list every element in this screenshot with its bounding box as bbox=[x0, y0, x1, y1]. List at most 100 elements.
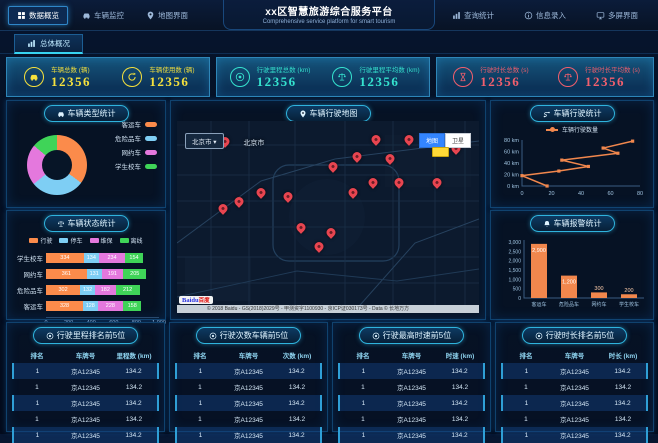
svg-text:1,200: 1,200 bbox=[562, 280, 576, 286]
svg-text:3,000: 3,000 bbox=[508, 240, 521, 246]
table-row: 1 京A12345 134.2 bbox=[174, 395, 323, 411]
ranking-table-title: 行驶里程排名前5位 bbox=[32, 327, 139, 344]
stat-label: 车辆总数 (辆) bbox=[51, 67, 90, 74]
stat-item: 车辆总数 (辆) 12356 bbox=[7, 58, 108, 96]
bar-segment: 128 bbox=[83, 301, 98, 311]
nav-item-right-0[interactable]: 查询统计 bbox=[444, 7, 502, 24]
stat-panel-0: 车辆总数 (辆) 12356 车辆使用数 (辆) 12356 bbox=[6, 57, 210, 97]
legend-item[interactable]: 维保 bbox=[89, 236, 113, 245]
table-header-row: 排名 车牌号 次数 (km) bbox=[193, 353, 312, 360]
legend-item[interactable]: 客运车 bbox=[115, 119, 157, 129]
traffic-toggle[interactable] bbox=[432, 147, 449, 157]
legend-item[interactable]: 停车 bbox=[59, 236, 83, 245]
map-canvas[interactable]: 北京市 ▾ 北京市 地图 卫星 Baidu百度 © 2018 Baidu - G… bbox=[177, 121, 479, 313]
ranking-table: 排名 车牌号 次数 (km) 1 京A12345 134.2 1 京A12345 134.2 1… bbox=[174, 347, 323, 443]
status-bar-row: 客运车 328 128 228 158 bbox=[7, 298, 165, 314]
legend-chip bbox=[145, 121, 157, 127]
bars-icon bbox=[27, 39, 36, 48]
ranking-table: 排名 车牌号 里程数 (km) 1 京A12345 134.2 1 京A12345 134.2… bbox=[11, 347, 160, 443]
panel-driving-map: 车辆行驶地图 北京市 ▾ 北京市 地图 卫星 Baidu百度 © 2018 Ba… bbox=[170, 100, 486, 320]
table-header-row: 排名 车牌号 里程数 (km) bbox=[30, 353, 152, 360]
map-city-selector[interactable]: 北京市 ▾ bbox=[185, 133, 224, 149]
bar-segment: 302 bbox=[46, 285, 81, 295]
target-icon bbox=[46, 332, 54, 340]
svg-text:300: 300 bbox=[594, 286, 603, 292]
ranking-table-title: 行驶时长排名前5位 bbox=[521, 327, 628, 344]
legend-item[interactable]: 危险品车 bbox=[115, 133, 157, 143]
nav-item-left-0[interactable]: 数据概览 bbox=[8, 5, 68, 25]
stat-value: 12356 bbox=[359, 74, 400, 89]
panel-driving-trend: 车辆行驶统计 车辆行驶数量 0 km 20 km 40 km 60 km 80 km 0 2… bbox=[490, 100, 654, 208]
hourglass-icon bbox=[458, 72, 468, 82]
svg-text:2,500: 2,500 bbox=[508, 249, 521, 255]
status-bar-row: 危险品车 302 132 182 212 bbox=[7, 282, 165, 298]
svg-text:60 km: 60 km bbox=[504, 150, 519, 156]
nav-item-right-1[interactable]: 信息录入 bbox=[516, 7, 574, 24]
svg-text:500: 500 bbox=[513, 287, 522, 293]
bars-icon bbox=[452, 11, 461, 20]
table-row: 1 京A12345 134.2 bbox=[337, 363, 486, 379]
table-row: 1 京A12345 134.2 bbox=[524, 383, 632, 393]
tab-overview[interactable]: 总体概况 bbox=[14, 34, 83, 54]
legend-chip bbox=[145, 149, 157, 155]
hourglass-icon bbox=[453, 67, 474, 87]
tab-overview-label: 总体概况 bbox=[40, 39, 70, 48]
ranking-table-title: 行驶最高时速前5位 bbox=[358, 327, 465, 344]
scale-icon bbox=[558, 67, 579, 87]
bar-segment: 334 bbox=[46, 253, 84, 263]
page-subtitle: Comprehensive service platform for smart… bbox=[262, 19, 396, 25]
panel-vehicle-status: 车辆状态统计 行驶 停车 维保 离线 学生校车 334 134 234 154 网约车 361 13… bbox=[6, 210, 166, 326]
stat-panel-1: 行驶里程总数 (km) 12356 行驶里程平均数 (km) 12356 bbox=[216, 57, 430, 97]
stat-item: 行驶时长总数 (s) 12356 bbox=[437, 58, 545, 96]
table-row: 1 京A12345 134.2 bbox=[361, 415, 469, 425]
stat-item: 行驶时长平均数 (s) 12356 bbox=[545, 58, 653, 96]
ranking-table-0: 行驶里程排名前5位 排名 车牌号 里程数 (km) 1 京A12345 134.2 1 京A… bbox=[6, 322, 165, 443]
stat-label: 行驶时长平均数 (s) bbox=[585, 67, 640, 74]
svg-text:1,000: 1,000 bbox=[508, 277, 521, 283]
nav-right: 查询统计 信息录入 多屏界面 bbox=[444, 7, 646, 24]
svg-text:2,900: 2,900 bbox=[532, 248, 546, 254]
vehicle-type-donut-chart bbox=[27, 135, 87, 195]
legend-item[interactable]: 学生校车 bbox=[115, 161, 157, 171]
header-title-block: xx区智慧旅游综合服务平台 Comprehensive service plat… bbox=[223, 0, 435, 30]
status-bar-row: 网约车 361 131 191 205 bbox=[7, 266, 165, 282]
nav-left: 数据概览 车辆监控 地图界面 bbox=[8, 5, 196, 25]
legend-item[interactable]: 离线 bbox=[119, 236, 143, 245]
svg-text:学生校车: 学生校车 bbox=[619, 301, 639, 308]
scale-icon bbox=[563, 72, 573, 82]
table-row: 1 京A12345 134.2 bbox=[198, 383, 306, 393]
page-title: xx区智慧旅游综合服务平台 bbox=[265, 7, 393, 18]
legend-item[interactable]: 网约车 bbox=[115, 147, 157, 157]
bar-segment: 134 bbox=[83, 253, 99, 263]
map-mode-button[interactable]: 地图 bbox=[418, 133, 445, 148]
table-row: 1 京A12345 134.2 bbox=[174, 363, 323, 379]
bar-segment: 361 bbox=[46, 269, 87, 279]
subtab-row: 总体概况 bbox=[0, 31, 658, 54]
stat-item: 车辆使用数 (辆) 12356 bbox=[108, 58, 209, 96]
bar-segment: 191 bbox=[101, 269, 124, 279]
driving-trend-legend[interactable]: 车辆行驶数量 bbox=[491, 125, 653, 134]
satellite-mode-button[interactable]: 卫星 bbox=[444, 133, 471, 148]
svg-text:200: 200 bbox=[624, 288, 633, 294]
legend-item[interactable]: 行驶 bbox=[29, 236, 52, 245]
stat-item: 行驶里程总数 (km) 12356 bbox=[217, 58, 323, 96]
table-row: 1 京A12345 134.2 bbox=[11, 363, 160, 379]
nav-item-left-1[interactable]: 车辆监控 bbox=[74, 7, 132, 24]
stat-item: 行驶里程平均数 (km) 12356 bbox=[323, 58, 429, 96]
ranking-table-title: 行驶次数车辆前5位 bbox=[195, 327, 302, 344]
bar-segment: 131 bbox=[86, 269, 102, 279]
map-layer-switch: 地图 卫星 bbox=[418, 133, 471, 148]
line-series-marker bbox=[545, 127, 558, 132]
nav-item-right-2[interactable]: 多屏界面 bbox=[588, 7, 646, 24]
svg-text:20: 20 bbox=[548, 191, 554, 197]
nav-item-left-2[interactable]: 地图界面 bbox=[138, 7, 196, 24]
refresh-icon bbox=[122, 67, 143, 87]
stat-panel-2: 行驶时长总数 (s) 12356 行驶时长平均数 (s) 12356 bbox=[436, 57, 654, 97]
target-icon bbox=[229, 67, 250, 87]
panel-vehicle-status-title: 车辆状态统计 bbox=[43, 215, 129, 232]
bar-segment: 228 bbox=[97, 301, 124, 311]
table-row: 1 京A12345 134.2 bbox=[524, 415, 632, 425]
stat-label: 行驶里程平均数 (km) bbox=[359, 67, 420, 74]
table-row: 1 京A12345 134.2 bbox=[11, 427, 160, 443]
scale-icon bbox=[332, 67, 353, 87]
